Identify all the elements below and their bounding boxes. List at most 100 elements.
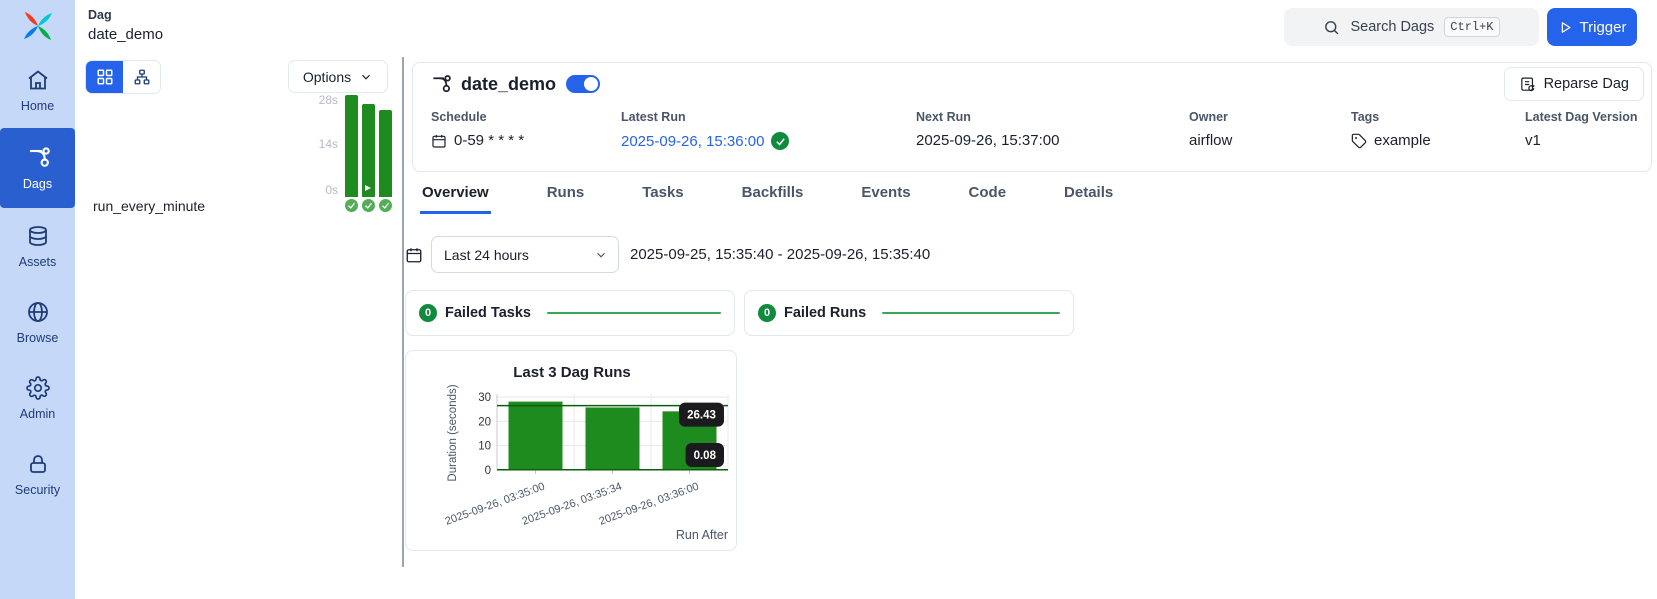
dag-run-bar[interactable] — [345, 95, 358, 197]
info-latest-dag-version: Latest Dag Version v1 — [1525, 110, 1638, 149]
tab-details[interactable]: Details — [1062, 181, 1115, 214]
sidebar-item-dags[interactable]: Dags — [0, 128, 75, 208]
success-check-icon[interactable] — [345, 199, 358, 212]
last-dag-runs-chart-card: Last 3 Dag Runs Duration (seconds) 01020… — [405, 350, 737, 551]
sidebar-item-label: Dags — [23, 177, 52, 191]
chart-x-axis-name: Run After — [676, 528, 728, 542]
info-tags: Tags example — [1351, 110, 1431, 149]
sidebar-item-assets[interactable]: Assets — [0, 208, 75, 284]
svg-text:26.43: 26.43 — [687, 410, 716, 422]
sidebar-item-browse[interactable]: Browse — [0, 284, 75, 360]
tag-value[interactable]: example — [1374, 132, 1431, 149]
globe-icon — [26, 300, 50, 324]
success-check-icon[interactable] — [362, 199, 375, 212]
calendar-icon — [405, 246, 423, 264]
gear-icon — [26, 376, 50, 400]
task-instance-row — [345, 199, 392, 212]
options-button[interactable]: Options — [288, 60, 388, 93]
sidebar-item-label: Browse — [17, 331, 59, 345]
reparse-icon — [1519, 76, 1536, 93]
sidebar-nav: Home Dags Assets Browse — [0, 52, 75, 512]
play-icon — [365, 185, 371, 191]
sidebar-item-label: Assets — [19, 255, 57, 269]
dag-run-bar[interactable] — [379, 110, 392, 197]
dag-run-bar[interactable] — [362, 104, 375, 197]
time-range-filter: Last 24 hours 2025-09-25, 15:35:40 - 202… — [405, 236, 930, 273]
airflow-pinwheel-icon — [22, 10, 54, 42]
svg-text:30: 30 — [478, 392, 491, 404]
grid-view-button[interactable] — [86, 61, 123, 93]
home-icon — [26, 68, 50, 92]
failed-runs-card[interactable]: 0 Failed Runs — [744, 290, 1074, 336]
latest-run-link[interactable]: 2025-09-26, 15:36:00 — [621, 133, 764, 150]
tab-runs[interactable]: Runs — [545, 181, 587, 214]
time-range-value: Last 24 hours — [444, 247, 529, 263]
info-next-run: Next Run 2025-09-26, 15:37:00 — [916, 110, 1059, 149]
sidebar-item-label: Admin — [20, 407, 55, 421]
chevron-down-icon — [594, 248, 608, 262]
grid-icon — [96, 68, 114, 86]
trigger-label: Trigger — [1580, 19, 1627, 36]
dag-icon — [429, 73, 451, 95]
breadcrumb-section: Dag — [88, 8, 163, 22]
dag-run-duration-bars — [345, 95, 392, 197]
graph-icon — [133, 68, 151, 86]
options-label: Options — [303, 69, 351, 85]
grid-panel: Options 28s 14s 0s run_every_minute — [75, 55, 402, 599]
duration-bar-chart: Last 3 Dag Runs Duration (seconds) 01020… — [406, 351, 737, 551]
dag-pause-toggle[interactable] — [566, 75, 600, 93]
failed-tasks-count-badge: 0 — [419, 304, 437, 322]
dag-icon — [25, 145, 50, 170]
airflow-logo[interactable] — [0, 0, 75, 52]
svg-text:10: 10 — [478, 441, 491, 453]
dag-run-bar[interactable] — [509, 402, 563, 470]
info-latest-run: Latest Run 2025-09-26, 15:36:00 — [621, 110, 789, 150]
chart-title: Last 3 Dag Runs — [513, 364, 631, 381]
svg-text:20: 20 — [478, 416, 491, 428]
view-toggle — [85, 60, 161, 94]
task-name[interactable]: run_every_minute — [93, 198, 205, 214]
tab-overview[interactable]: Overview — [420, 181, 491, 214]
tab-backfills[interactable]: Backfills — [740, 181, 806, 214]
success-check-icon[interactable] — [379, 199, 392, 212]
tab-code[interactable]: Code — [967, 181, 1009, 214]
tag-icon — [1351, 133, 1367, 149]
failed-tasks-card[interactable]: 0 Failed Tasks — [405, 290, 735, 336]
dag-header-card: date_demo Reparse Dag Schedule 0-59 * * … — [412, 62, 1652, 172]
info-owner: Owner airflow — [1189, 110, 1232, 149]
breadcrumb-current: date_demo — [88, 26, 163, 43]
dag-run-bar[interactable] — [586, 407, 640, 470]
header-actions: Search Dags Ctrl+K Trigger — [1284, 8, 1637, 46]
dag-tabs: Overview Runs Tasks Backfills Events Cod… — [420, 181, 1115, 214]
tab-tasks[interactable]: Tasks — [640, 181, 685, 214]
breadcrumb: Dag date_demo — [88, 8, 163, 43]
sidebar-item-label: Security — [15, 483, 60, 497]
search-input[interactable]: Search Dags Ctrl+K — [1284, 8, 1539, 46]
airflow-app: Home Dags Assets Browse — [0, 0, 1657, 599]
trend-line — [547, 312, 721, 315]
top-header: Dag date_demo Search Dags Ctrl+K Trigger — [75, 0, 1657, 55]
chevron-down-icon — [359, 70, 373, 84]
time-range-select[interactable]: Last 24 hours — [431, 236, 619, 273]
sidebar-item-home[interactable]: Home — [0, 52, 75, 128]
reparse-dag-button[interactable]: Reparse Dag — [1504, 67, 1644, 101]
database-icon — [26, 224, 50, 248]
chart-y-axis-label: Duration (seconds) — [447, 384, 459, 481]
success-check-icon — [771, 132, 789, 150]
duration-axis-tick: 14s — [285, 137, 338, 151]
sidebar-item-security[interactable]: Security — [0, 436, 75, 512]
keyboard-shortcut-badge: Ctrl+K — [1444, 17, 1499, 37]
duration-axis-tick: 28s — [285, 93, 338, 107]
failed-runs-count-badge: 0 — [758, 304, 776, 322]
lock-icon — [26, 452, 50, 476]
sidebar-item-admin[interactable]: Admin — [0, 360, 75, 436]
trigger-button[interactable]: Trigger — [1547, 8, 1637, 46]
trend-line — [882, 312, 1060, 315]
search-placeholder: Search Dags — [1350, 19, 1434, 35]
duration-axis-tick: 0s — [285, 183, 338, 197]
graph-view-button[interactable] — [123, 61, 160, 93]
tab-events[interactable]: Events — [859, 181, 912, 214]
calendar-icon — [431, 133, 447, 149]
search-icon — [1323, 19, 1340, 36]
play-icon — [1558, 20, 1573, 35]
